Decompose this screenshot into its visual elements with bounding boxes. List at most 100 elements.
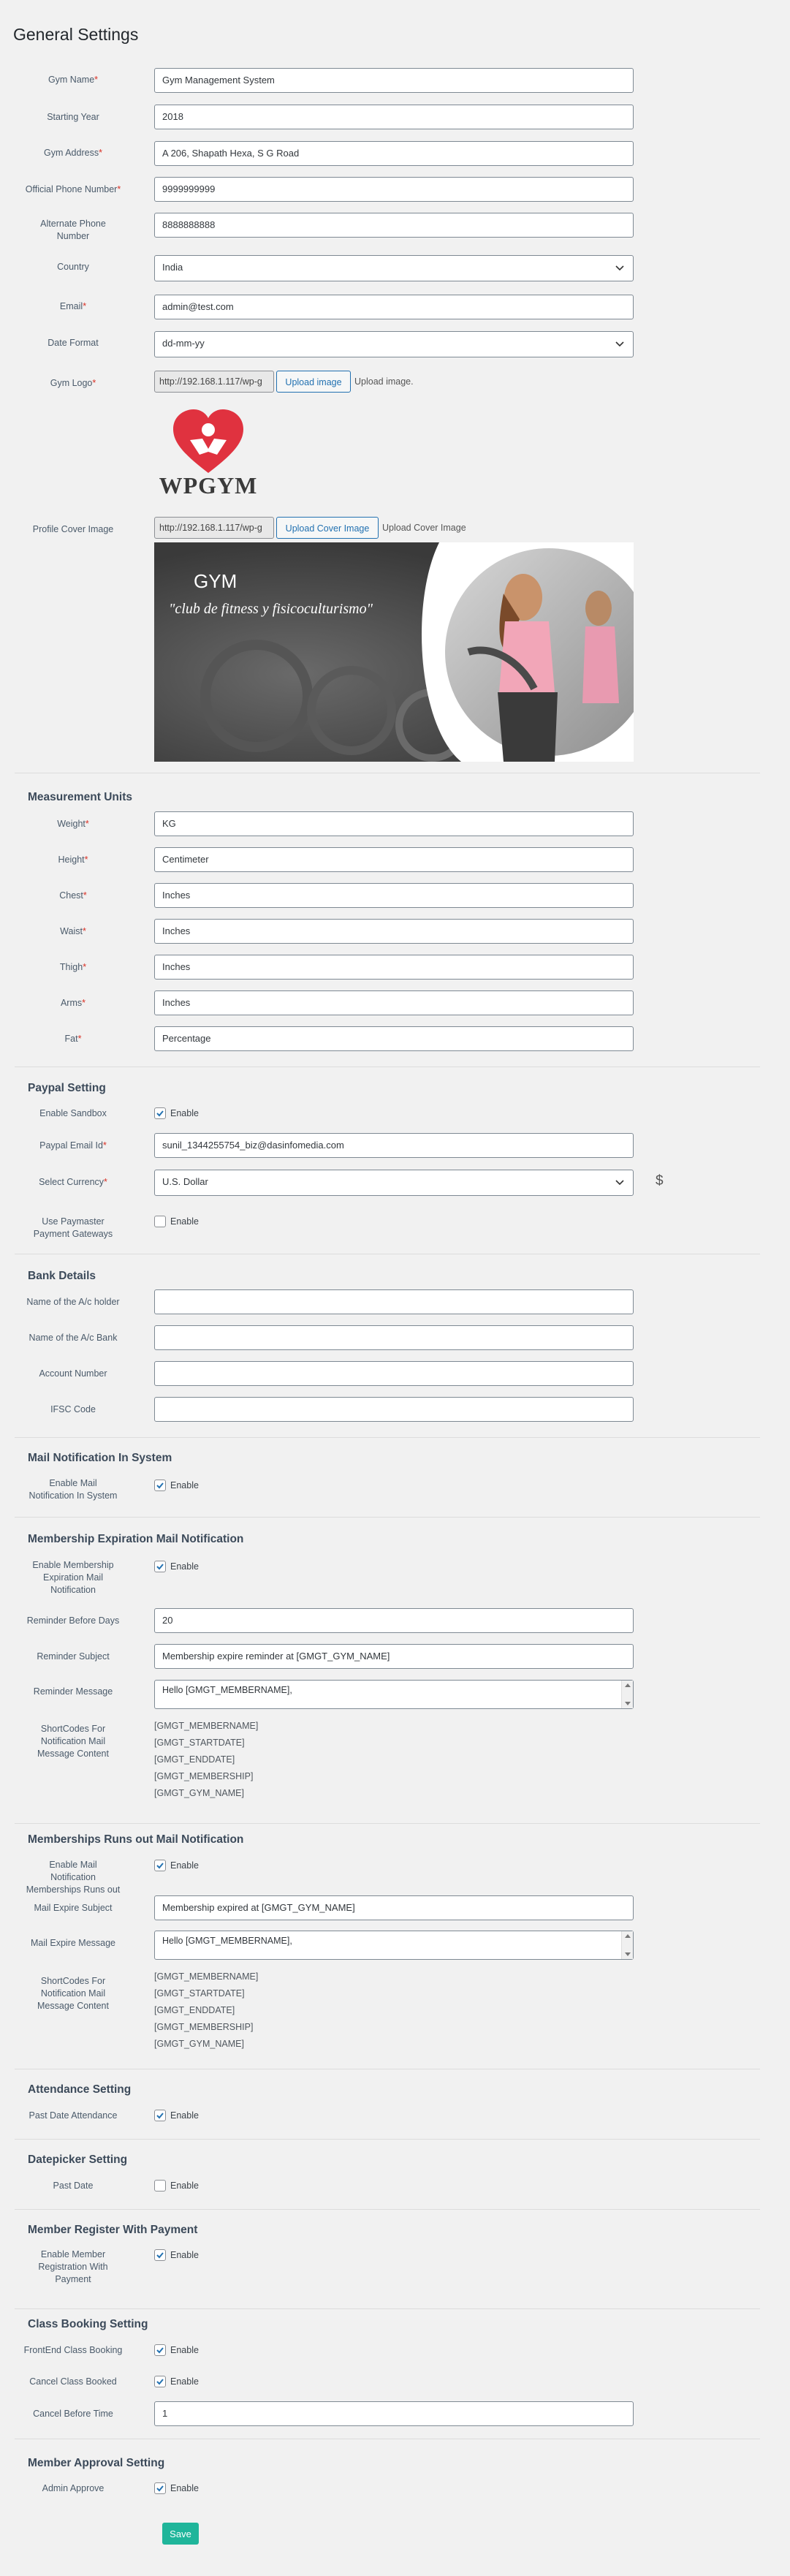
cancel-booked-label: Cancel Class Booked [29,2376,117,2387]
chest-label: Chest* [59,890,87,901]
waist-input[interactable]: Inches [154,919,634,944]
weight-input[interactable]: KG [154,811,634,836]
gym-address-label: Gym Address* [44,148,102,158]
register-payment-enable-label: Enable [170,2250,199,2260]
shortcodes-label: ShortCodes For Notification Mail Message… [37,1976,109,2011]
divider [15,2209,760,2210]
sandbox-enable-label: Enable [170,1108,199,1118]
fat-input[interactable]: Percentage [154,1026,634,1051]
reminder-days-label: Reminder Before Days [26,1615,120,1626]
date-format-select[interactable]: dd-mm-yy [154,331,634,357]
thigh-label: Thigh* [59,962,87,972]
email-input[interactable]: admin@test.com [154,295,634,319]
save-button[interactable]: Save [162,2523,199,2545]
reminder-subject-input[interactable]: Membership expire reminder at [GMGT_GYM_… [154,1644,634,1669]
mail-notify-enable-label: Enable [170,1480,199,1490]
ac-holder-input[interactable] [154,1289,634,1314]
expire-message-label: Mail Expire Message [30,1938,115,1948]
runsout-checkbox[interactable] [154,1860,166,1871]
gym-logo-label: Gym Logo* [50,378,96,388]
attendance-section-title: Attendance Setting [28,2083,132,2096]
gym-address-input[interactable]: A 206, Shapath Hexa, S G Road [154,141,634,166]
sandbox-label: Enable Sandbox [39,1108,107,1118]
scrollbar[interactable] [621,1931,633,1959]
expire-message-textarea[interactable]: Hello [GMGT_MEMBERNAME], [154,1931,634,1960]
starting-year-input[interactable]: 2018 [154,105,634,129]
chevron-down-icon [615,341,624,347]
divider [15,1437,760,1438]
arms-input[interactable]: Inches [154,990,634,1015]
register-payment-checkbox[interactable] [154,2249,166,2261]
gym-name-input[interactable]: Gym Management System [154,68,634,93]
gym-name-label: Gym Name* [48,75,99,85]
checkmark-icon [156,2252,164,2259]
currency-select[interactable]: U.S. Dollar [154,1170,634,1196]
sandbox-checkbox[interactable] [154,1107,166,1119]
past-attendance-checkbox[interactable] [154,2110,166,2121]
admin-approve-checkbox[interactable] [154,2482,166,2494]
reminder-days-input[interactable]: 20 [154,1608,634,1633]
past-attendance-enable-label: Enable [170,2110,199,2121]
height-label: Height* [58,855,88,865]
shortcode-item: [GMGT_GYM_NAME] [154,2039,244,2049]
country-label: Country [57,262,89,272]
cancel-before-input[interactable]: 1 [154,2401,634,2426]
country-select[interactable]: India [154,255,634,281]
expiration-section-title: Membership Expiration Mail Notification [28,1533,244,1545]
shortcode-item: [GMGT_GYM_NAME] [154,1788,244,1798]
expiration-enable-check-label: Enable [170,1561,199,1572]
checkmark-icon [156,2347,164,2354]
reminder-message-textarea[interactable]: Hello [GMGT_MEMBERNAME], [154,1680,634,1709]
account-number-input[interactable] [154,1361,634,1386]
frontend-booking-checkbox[interactable] [154,2344,166,2356]
past-date-checkbox[interactable] [154,2180,166,2192]
divider [15,2139,760,2140]
expire-message-text: Hello [GMGT_MEMBERNAME], [162,1936,292,1946]
alt-phone-label: Alternate Phone Number [40,219,106,241]
thigh-input[interactable]: Inches [154,955,634,980]
past-attendance-label: Past Date Attendance [29,2110,118,2121]
phone-input[interactable]: 9999999999 [154,177,634,202]
shortcode-item: [GMGT_STARTDATE] [154,1988,245,1999]
mail-notify-checkbox[interactable] [154,1480,166,1491]
shortcode-item: [GMGT_ENDDATE] [154,2005,235,2015]
ac-bank-label: Name of the A/c Bank [29,1333,118,1343]
cover-tagline: "club de fitness y fisicoculturismo" [169,601,373,617]
measurement-section-title: Measurement Units [28,791,132,803]
alt-phone-input[interactable]: 8888888888 [154,213,634,238]
frontend-booking-label: FrontEnd Class Booking [23,2345,123,2355]
expiration-enable-label: Enable Membership Expiration Mail Notifi… [32,1560,114,1595]
frontend-booking-enable-label: Enable [170,2345,199,2355]
upload-cover-button[interactable]: Upload Cover Image [276,517,379,539]
logo-text: WPGYM [159,472,258,499]
cover-url-input[interactable]: http://192.168.1.117/wp-g [154,517,274,539]
weight-label: Weight* [57,819,89,829]
checkmark-icon [156,2113,164,2119]
checkmark-icon [156,1482,164,1489]
datepicker-section-title: Datepicker Setting [28,2153,128,2166]
paypal-email-label: Paypal Email Id* [39,1140,107,1151]
ac-bank-input[interactable] [154,1325,634,1350]
chest-input[interactable]: Inches [154,883,634,908]
paypal-email-input[interactable]: sunil_1344255754_biz@dasinfomedia.com [154,1133,634,1158]
expire-subject-input[interactable]: Membership expired at [GMGT_GYM_NAME] [154,1895,634,1920]
divider [15,1517,760,1518]
upload-logo-button[interactable]: Upload image [276,371,351,393]
mail-notify-section-title: Mail Notification In System [28,1452,172,1464]
height-input[interactable]: Centimeter [154,847,634,872]
currency-label: Select Currency* [39,1177,107,1187]
shortcode-item: [GMGT_MEMBERSHIP] [154,2022,254,2032]
scrollbar[interactable] [621,1681,633,1708]
country-value: India [162,262,183,273]
gym-logo-url-input[interactable]: http://192.168.1.117/wp-g [154,371,274,393]
paymaster-checkbox[interactable] [154,1216,166,1227]
arms-label: Arms* [60,998,86,1008]
shortcode-item: [GMGT_ENDDATE] [154,1754,235,1765]
starting-year-label: Starting Year [47,112,99,122]
checkmark-icon [156,1564,164,1570]
past-date-enable-label: Enable [170,2181,199,2191]
fat-label: Fat* [64,1034,82,1044]
ifsc-input[interactable] [154,1397,634,1422]
expiration-checkbox[interactable] [154,1561,166,1572]
cancel-booked-checkbox[interactable] [154,2376,166,2387]
